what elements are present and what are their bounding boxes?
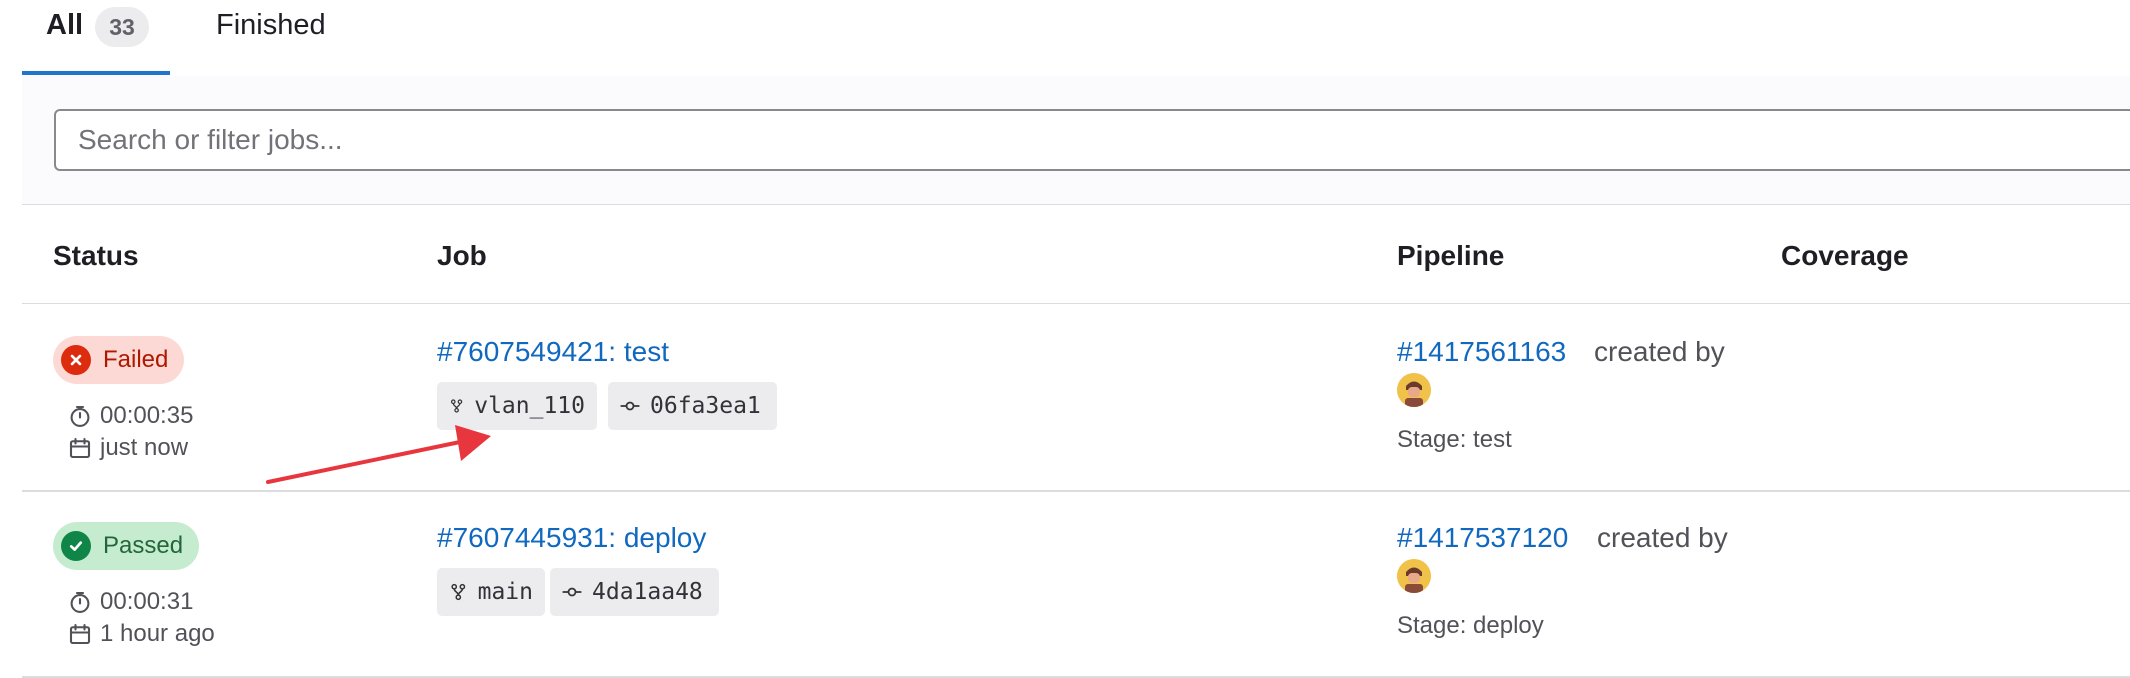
- duration: 00:00:31: [68, 588, 193, 616]
- duration: 00:00:35: [68, 402, 193, 430]
- branch-icon: [450, 399, 463, 413]
- table-row: Passed 00:00:31 1 hour ago #7607445931: …: [22, 490, 2130, 678]
- created-by-label: created by: [1594, 336, 1725, 367]
- stage-label: Stage: deploy: [1397, 612, 1544, 639]
- pipeline-link[interactable]: #1417561163: [1397, 336, 1566, 368]
- avatar[interactable]: [1397, 373, 1431, 407]
- branch-name: main: [477, 579, 533, 605]
- job-tabs: All 33 Finished: [22, 0, 2130, 78]
- pipeline-link[interactable]: #1417537120: [1397, 522, 1568, 554]
- finished-time-value: 1 hour ago: [100, 620, 215, 647]
- calendar-icon: [69, 623, 91, 645]
- commit-chip[interactable]: 4da1aa48: [550, 568, 719, 616]
- commit-sha: 06fa3ea1: [650, 393, 761, 419]
- check-circle-icon: [61, 531, 91, 561]
- status-badge[interactable]: Passed: [53, 522, 200, 570]
- column-header-pipeline: Pipeline: [1397, 240, 1505, 271]
- branch-name: vlan_110: [474, 393, 585, 419]
- created-by-label: created by: [1597, 522, 1728, 553]
- search-input[interactable]: [54, 109, 2130, 171]
- status-label: Failed: [103, 346, 169, 373]
- timer-icon: [70, 405, 90, 427]
- commit-icon: [562, 587, 582, 597]
- table-header: Status Job Pipeline Coverage: [22, 205, 2130, 304]
- finished-time-value: just now: [100, 434, 189, 461]
- branch-chip[interactable]: main: [437, 568, 545, 616]
- tab-all-label: All: [46, 9, 84, 41]
- column-header-job: Job: [437, 240, 487, 271]
- avatar[interactable]: [1397, 559, 1431, 593]
- tab-finished-label: Finished: [216, 9, 326, 41]
- finished-time: 1 hour ago: [68, 620, 215, 648]
- close-circle-icon: [61, 345, 91, 375]
- duration-value: 00:00:35: [100, 402, 194, 429]
- tab-all-count-badge: 33: [95, 7, 150, 47]
- timer-icon: [70, 591, 90, 613]
- column-header-status: Status: [53, 240, 139, 271]
- status-label: Passed: [103, 532, 184, 559]
- commit-sha: 4da1aa48: [592, 579, 703, 605]
- status-badge[interactable]: Failed: [53, 336, 185, 384]
- branch-chip[interactable]: vlan_110: [437, 382, 597, 430]
- calendar-icon: [69, 437, 91, 459]
- stage-label: Stage: test: [1397, 426, 1512, 453]
- table-row: Failed 00:00:35 just now #7607549421: te…: [22, 304, 2130, 492]
- commit-icon: [620, 401, 640, 411]
- finished-time: just now: [68, 434, 188, 462]
- filter-bar: [22, 76, 2130, 205]
- job-link[interactable]: #7607549421: test: [437, 336, 669, 368]
- tab-finished[interactable]: Finished: [194, 0, 326, 74]
- tab-all[interactable]: All 33: [22, 0, 170, 75]
- job-link[interactable]: #7607445931: deploy: [437, 522, 706, 554]
- column-header-coverage: Coverage: [1781, 240, 1909, 271]
- duration-value: 00:00:31: [100, 588, 194, 615]
- commit-chip[interactable]: 06fa3ea1: [608, 382, 777, 430]
- branch-icon: [451, 583, 466, 601]
